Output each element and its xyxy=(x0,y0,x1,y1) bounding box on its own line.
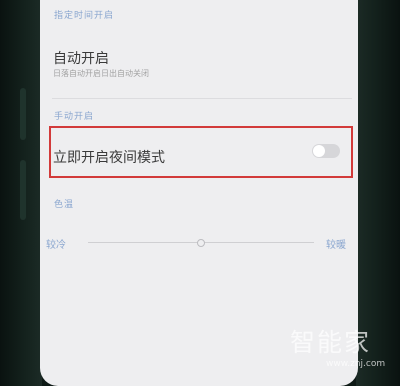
color-temp-slider-thumb[interactable] xyxy=(197,239,205,247)
watermark-text: 智能家 xyxy=(290,328,372,357)
auto-on-title: 自动开启 xyxy=(53,51,109,67)
slider-min-label: 较冷 xyxy=(46,240,66,251)
phone-side-key xyxy=(20,160,26,220)
section-label-color-temp: 色温 xyxy=(54,200,75,210)
divider xyxy=(52,98,352,99)
watermark: 智能家 www.znj.com xyxy=(290,323,398,381)
section-label-manual: 手动开启 xyxy=(54,112,95,122)
watermark-url: www.znj.com xyxy=(326,359,386,369)
highlight-box xyxy=(49,126,353,178)
auto-on-item[interactable]: 自动开启 日落自动开启日出自动关闭 xyxy=(40,40,358,84)
section-label-scheduled: 指定时间开启 xyxy=(54,11,115,21)
slider-max-label: 较暖 xyxy=(326,240,346,251)
phone-side-key xyxy=(20,88,26,140)
auto-on-subtitle: 日落自动开启日出自动关闭 xyxy=(53,69,149,78)
